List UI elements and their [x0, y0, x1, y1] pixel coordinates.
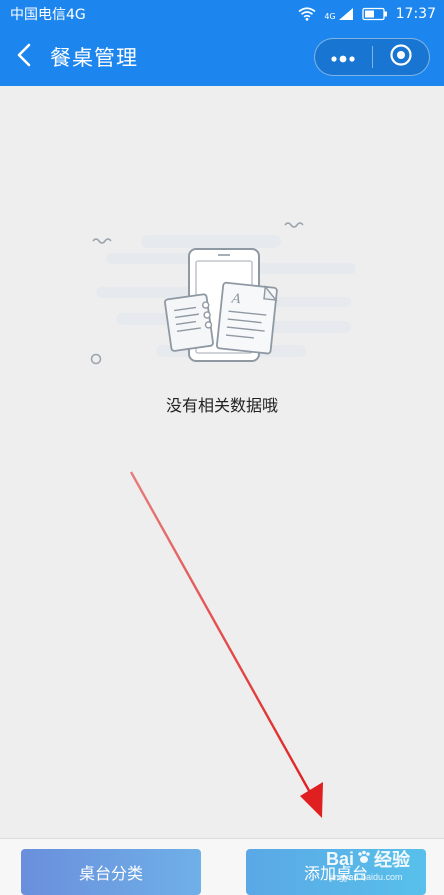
- table-category-label: 桌台分类: [78, 864, 143, 883]
- svg-text:A: A: [230, 291, 242, 307]
- network-type-label: 4G: [324, 12, 336, 21]
- page-title: 餐桌管理: [50, 46, 138, 70]
- carrier-label: 中国电信4G: [10, 7, 86, 23]
- empty-state-message: 没有相关数据哦: [165, 396, 278, 415]
- red-arrow-annotation: [129, 471, 323, 818]
- app-screen: 中国电信4G 4G 17:37 餐桌管理 A 没有相关数据哦 桌台分类 添加桌台…: [0, 0, 444, 895]
- close-mini-program-button[interactable]: [373, 39, 430, 75]
- chevron-left-icon: [17, 43, 31, 71]
- nav-bar: 餐桌管理: [0, 28, 444, 86]
- clock: 17:37: [395, 6, 436, 22]
- add-table-button[interactable]: 添加桌台: [246, 849, 426, 895]
- target-circle-icon: [389, 43, 413, 71]
- add-table-label: 添加桌台: [303, 864, 368, 883]
- status-left: 中国电信4G: [10, 4, 86, 24]
- status-bar: 中国电信4G 4G 17:37: [0, 0, 444, 28]
- signal-icon: 4G: [324, 7, 353, 21]
- wifi-icon: [298, 7, 316, 21]
- back-button[interactable]: [2, 28, 46, 86]
- battery-icon: [361, 7, 388, 21]
- table-category-button[interactable]: 桌台分类: [21, 849, 201, 895]
- more-button[interactable]: [315, 39, 372, 75]
- mini-program-capsule: [314, 38, 430, 76]
- empty-documents-illustration: A: [90, 222, 356, 365]
- bottom-action-bar: 桌台分类 添加桌台: [0, 838, 444, 895]
- status-right: 4G 17:37: [298, 6, 436, 22]
- more-dots-icon: [330, 48, 356, 67]
